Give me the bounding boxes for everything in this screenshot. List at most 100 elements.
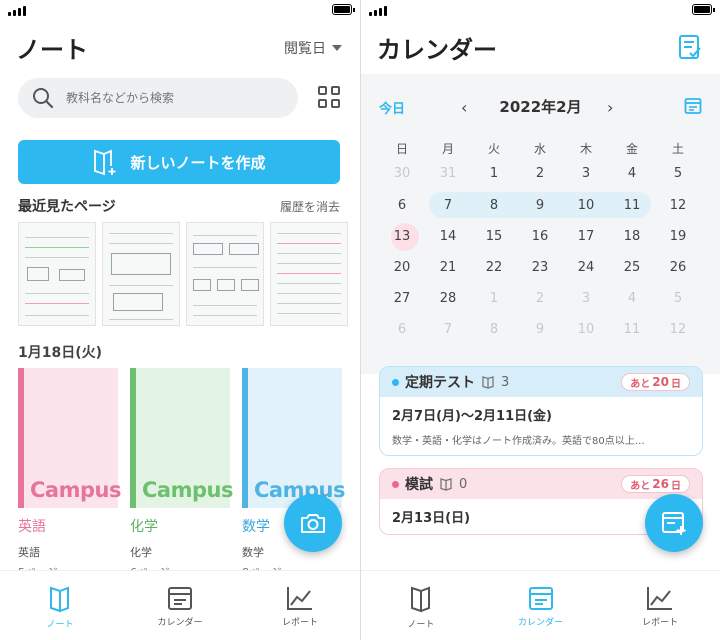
tab-label: ノート	[46, 620, 74, 630]
grid-view-icon[interactable]	[318, 86, 340, 108]
calendar-day[interactable]: 10	[563, 322, 609, 337]
calendar-day[interactable]: 28	[425, 291, 471, 306]
battery-icon	[692, 4, 715, 15]
tab-notes[interactable]: ノート	[361, 571, 481, 640]
calendar-day[interactable]: 17	[563, 229, 609, 244]
status-bar	[361, 0, 720, 20]
calendar-week: 13 14 15 16 17 18 19	[379, 229, 701, 244]
calendar-day[interactable]: 7	[425, 198, 471, 213]
search-bar[interactable]	[18, 78, 298, 118]
calendar-day[interactable]: 14	[425, 229, 471, 244]
recent-pages-list	[18, 222, 348, 326]
date-header: 1月18日(火)	[18, 345, 103, 361]
badge-days: 26	[652, 477, 669, 491]
tab-notes[interactable]: ノート	[0, 571, 120, 640]
calendar-day[interactable]: 27	[379, 291, 425, 306]
add-event-button[interactable]	[645, 494, 703, 552]
checklist-icon[interactable]	[678, 34, 702, 60]
status-bar	[0, 0, 360, 20]
calendar-day[interactable]: 12	[655, 322, 701, 337]
tab-report[interactable]: レポート	[240, 571, 360, 640]
weekday-label: 月	[441, 142, 454, 156]
calendar-day[interactable]: 19	[655, 229, 701, 244]
calendar-day[interactable]: 8	[471, 322, 517, 337]
notebook-icon	[440, 478, 452, 491]
chevron-right-icon[interactable]: ›	[607, 98, 613, 117]
page-thumbnail[interactable]	[102, 222, 180, 326]
event-dot	[392, 378, 399, 386]
camera-button[interactable]	[284, 494, 342, 552]
page-thumbnail[interactable]	[186, 222, 264, 326]
event-date-range: 2月7日(月)〜2月11日(金)	[392, 409, 552, 424]
calendar-day[interactable]: 13	[379, 229, 425, 244]
calendar-day[interactable]: 21	[425, 260, 471, 275]
calendar-day[interactable]: 12	[655, 198, 701, 213]
calendar-day[interactable]: 5	[655, 166, 701, 181]
calendar-week: 27 28 1 2 3 4 5	[379, 291, 701, 306]
calendar-day[interactable]: 25	[609, 260, 655, 275]
calendar-day[interactable]: 24	[563, 260, 609, 275]
calendar-day[interactable]: 1	[471, 291, 517, 306]
calendar-day[interactable]: 1	[471, 166, 517, 181]
calendar-day[interactable]: 20	[379, 260, 425, 275]
month-label: 2022年2月	[499, 98, 582, 116]
calendar-day[interactable]: 2	[517, 291, 563, 306]
calendar-day[interactable]: 11	[609, 322, 655, 337]
calendar-day[interactable]: 3	[563, 291, 609, 306]
page-thumbnail[interactable]	[18, 222, 96, 326]
calendar-day[interactable]: 6	[379, 198, 425, 213]
weekday-label: 水	[533, 142, 546, 156]
calendar-day[interactable]: 9	[517, 322, 563, 337]
event-note-count: 3	[501, 374, 510, 390]
tab-calendar[interactable]: カレンダー	[120, 571, 240, 640]
notes-screen: ノート 閲覧日 新しいノートを作成 最近見たページ 履歴を消去	[0, 0, 360, 640]
notebook-chemistry[interactable]: Campus 化学 化学 6ページ	[130, 368, 233, 580]
weekday-row: 日 月 火 水 木 金 土	[379, 140, 701, 157]
search-input[interactable]	[66, 91, 266, 105]
event-title: 定期テスト	[405, 375, 475, 391]
notebook-icon	[50, 586, 69, 613]
calendar-day[interactable]: 5	[655, 291, 701, 306]
page-thumbnail[interactable]	[270, 222, 348, 326]
calendar-day[interactable]: 8	[471, 198, 517, 213]
calendar-week: 30 31 1 2 3 4 5	[379, 166, 701, 181]
calendar-day[interactable]: 3	[563, 166, 609, 181]
calendar-day[interactable]: 7	[425, 322, 471, 337]
calendar-day[interactable]: 4	[609, 291, 655, 306]
tab-report[interactable]: レポート	[600, 571, 720, 640]
calendar-view-icon[interactable]	[684, 97, 702, 115]
calendar-day[interactable]: 22	[471, 260, 517, 275]
new-note-button[interactable]: 新しいノートを作成	[18, 140, 340, 184]
notebook-brand: Campus	[30, 478, 121, 502]
calendar-day[interactable]: 26	[655, 260, 701, 275]
calendar-day[interactable]: 6	[379, 322, 425, 337]
calendar-day[interactable]: 30	[379, 166, 425, 181]
calendar-day[interactable]: 9	[517, 198, 563, 213]
badge-days: 20	[652, 375, 669, 389]
event-card-exam[interactable]: 定期テスト 3 あと 20 日 2月7日(月)〜2月11日(金) 数学・英語・化…	[379, 366, 703, 456]
calendar-day[interactable]: 11	[609, 198, 655, 213]
weekday-label: 金	[625, 142, 638, 156]
calendar-day[interactable]: 16	[517, 229, 563, 244]
calendar-nav: 今日 ‹ 2022年2月 ›	[361, 96, 720, 120]
notebook-subject-small: 化学	[130, 546, 152, 559]
badge-prefix: あと	[630, 378, 651, 390]
calendar-day[interactable]: 31	[425, 166, 471, 181]
notebook-subject: 化学	[130, 519, 158, 535]
sort-dropdown[interactable]: 閲覧日	[284, 38, 342, 58]
notebook-subject-small: 英語	[18, 546, 40, 559]
calendar-day[interactable]: 4	[609, 166, 655, 181]
tab-calendar[interactable]: カレンダー	[481, 571, 601, 640]
calendar-icon	[528, 587, 553, 610]
notebook-english[interactable]: Campus 英語 英語 5ページ	[18, 368, 121, 580]
badge-suffix: 日	[671, 480, 681, 492]
clear-history-link[interactable]: 履歴を消去	[280, 198, 340, 215]
notebook-brand: Campus	[142, 478, 233, 502]
countdown-badge: あと 26 日	[621, 475, 690, 493]
calendar-day[interactable]: 2	[517, 166, 563, 181]
notebook-cover: Campus	[130, 368, 233, 508]
calendar-day[interactable]: 10	[563, 198, 609, 213]
calendar-day[interactable]: 15	[471, 229, 517, 244]
calendar-day[interactable]: 18	[609, 229, 655, 244]
calendar-day[interactable]: 23	[517, 260, 563, 275]
